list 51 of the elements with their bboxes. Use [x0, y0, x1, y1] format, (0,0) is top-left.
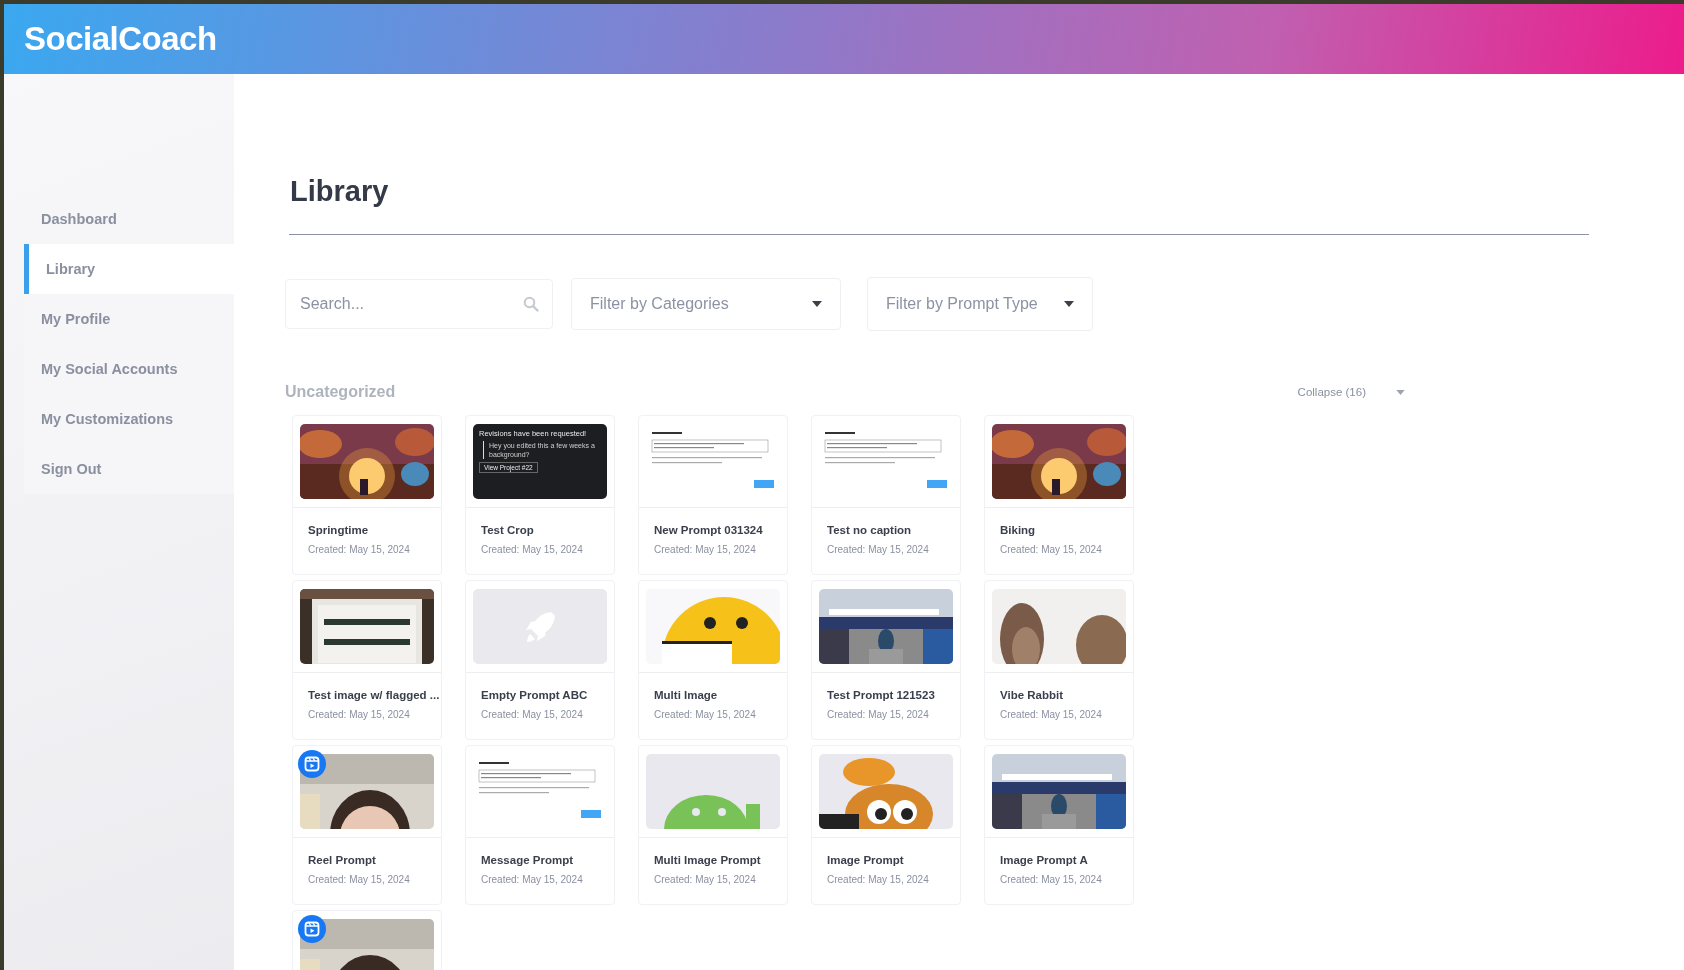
prompt-card[interactable]: Message Prompt Created: May 15, 2024 — [465, 745, 615, 905]
card-date: Created: May 15, 2024 — [481, 873, 583, 888]
prompt-card[interactable]: Reel Prompt Created: May 15, 2024 — [292, 745, 442, 905]
group-title: Uncategorized — [285, 383, 396, 401]
card-date: Created: May 15, 2024 — [1000, 708, 1102, 723]
prompt-card[interactable]: Springtime Created: May 15, 2024 — [292, 415, 442, 575]
prompt-card[interactable]: Vibe Rabbit Created: May 15, 2024 — [984, 580, 1134, 740]
card-title: Vibe Rabbit — [1000, 688, 1064, 703]
card-title: Multi Image — [654, 688, 718, 703]
card-title: Empty Prompt ABC — [481, 688, 588, 703]
card-title: Test image w/ flagged ... — [308, 688, 440, 703]
prompt-card[interactable]: Image Prompt Created: May 15, 2024 — [811, 745, 961, 905]
prompt-card[interactable]: Image Prompt A Created: May 15, 2024 — [984, 745, 1134, 905]
card-date: Created: May 15, 2024 — [1000, 543, 1102, 558]
card-date: Created: May 15, 2024 — [654, 708, 756, 723]
card-title: Test Crop — [481, 523, 534, 538]
card-title: Image Prompt A — [1000, 853, 1088, 868]
card-date: Created: May 15, 2024 — [481, 543, 583, 558]
card-title: Image Prompt — [827, 853, 904, 868]
card-title: Test Prompt 121523 — [827, 688, 935, 703]
prompt-card[interactable]: Test no caption Created: May 15, 2024 — [811, 415, 961, 575]
prompt-card[interactable]: Biking Created: May 15, 2024 — [984, 415, 1134, 575]
prompt-card[interactable]: New Prompt 031324 Created: May 15, 2024 — [638, 415, 788, 575]
prompt-card[interactable]: Multi Image Created: May 15, 2024 — [638, 580, 788, 740]
card-date: Created: May 15, 2024 — [654, 873, 756, 888]
caret-icon — [1396, 389, 1405, 395]
search-field[interactable]: Search... — [285, 279, 553, 329]
card-date: Created: May 15, 2024 — [827, 543, 929, 558]
caret-icon — [1064, 301, 1074, 307]
search-icon — [523, 296, 539, 312]
prompt-card[interactable]: Multi Image Prompt Created: May 15, 2024 — [638, 745, 788, 905]
card-date: Created: May 15, 2024 — [827, 708, 929, 723]
card-title: Biking — [1000, 523, 1036, 538]
prompt-card[interactable]: Test image w/ flagged ... Created: May 15, 2024 — [292, 580, 442, 740]
card-title: New Prompt 031324 — [654, 523, 763, 538]
card-title: Multi Image Prompt — [654, 853, 761, 868]
card-date: Created: May 15, 2024 — [654, 543, 756, 558]
card-date: Created: May 15, 2024 — [1000, 873, 1102, 888]
prompt-card[interactable]: Empty Prompt ABC Created: May 15, 2024 — [465, 580, 615, 740]
card-title: Message Prompt — [481, 853, 574, 868]
card-title: Reel Prompt — [308, 853, 376, 868]
page-title: Library — [289, 175, 390, 208]
caret-icon — [812, 301, 822, 307]
card-date: Created: May 15, 2024 — [308, 543, 410, 558]
prompt-card[interactable]: Test Prompt 121523 Created: May 15, 2024 — [811, 580, 961, 740]
card-title: Springtime — [308, 523, 369, 538]
card-date: Created: May 15, 2024 — [308, 873, 410, 888]
card-date: Created: May 15, 2024 — [481, 708, 583, 723]
card-date: Created: May 15, 2024 — [308, 708, 410, 723]
card-date: Created: May 15, 2024 — [827, 873, 929, 888]
card-title: Test no caption — [827, 523, 912, 538]
